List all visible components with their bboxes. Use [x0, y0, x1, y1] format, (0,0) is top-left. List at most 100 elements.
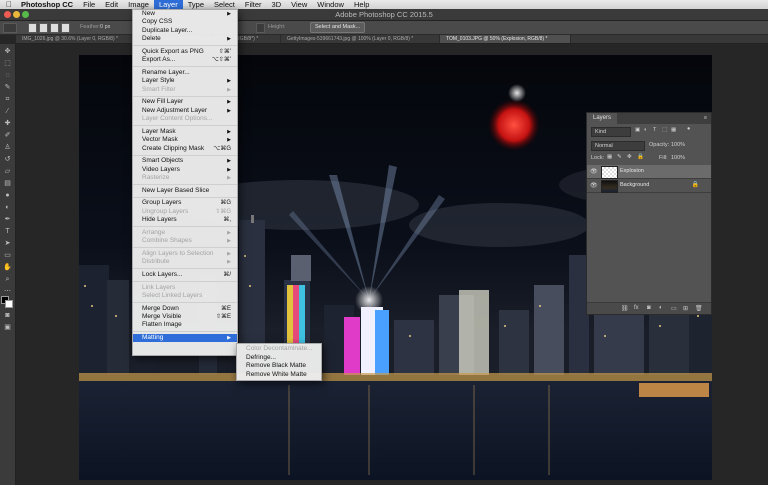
menu-item-hide-layers[interactable]: Hide Layers ⌘, — [133, 216, 237, 224]
eyedropper-tool-icon[interactable]: ⁄ — [2, 108, 13, 116]
menu-help[interactable]: Help — [349, 0, 374, 9]
brush-tool-icon[interactable]: ✐ — [2, 132, 13, 140]
menu-item-matting[interactable]: Matting ▶ — [133, 334, 237, 343]
menu-image[interactable]: Image — [123, 0, 154, 9]
rectangle-tool-icon[interactable]: ▭ — [2, 252, 13, 260]
quick-mask-icon[interactable]: ◙ — [2, 312, 13, 320]
background-color-swatch[interactable] — [5, 300, 13, 308]
fill-input[interactable]: 100% — [671, 155, 685, 161]
menu-item-remove-white-matte[interactable]: Remove White Matte — [237, 371, 321, 379]
menu-select[interactable]: Select — [209, 0, 240, 9]
delete-layer-icon[interactable]: 🗑 — [695, 305, 703, 312]
add-mask-icon[interactable]: ◙ — [647, 305, 651, 311]
filter-kind-select[interactable]: Kind — [591, 127, 631, 137]
layer-row-background[interactable]: 👁 Background 🔒 — [587, 179, 711, 193]
menu-item-defringe[interactable]: Defringe... — [237, 354, 321, 362]
blend-mode-select[interactable]: Normal — [591, 141, 645, 151]
visibility-eye-icon[interactable]: 👁 — [590, 168, 598, 175]
menu-edit[interactable]: Edit — [100, 0, 123, 9]
menu-item-layer-style[interactable]: Layer Style ▶ — [133, 77, 237, 85]
new-layer-icon[interactable]: ⊞ — [683, 305, 688, 312]
menu-item-remove-black-matte[interactable]: Remove Black Matte — [237, 362, 321, 370]
menu-filter[interactable]: Filter — [240, 0, 267, 9]
swap-dimensions-icon[interactable] — [256, 23, 265, 33]
menu-file[interactable]: File — [78, 0, 100, 9]
filter-shape-icon[interactable]: ⬚ — [662, 127, 667, 133]
lock-position-icon[interactable]: ✥ — [627, 154, 632, 160]
history-brush-tool-icon[interactable]: ↺ — [2, 156, 13, 164]
lock-all-icon[interactable]: 🔒 — [637, 154, 644, 160]
lasso-tool-icon[interactable]: ◌ — [2, 72, 13, 80]
type-tool-icon[interactable]: T — [2, 228, 13, 236]
visibility-eye-icon[interactable]: 👁 — [590, 182, 598, 189]
tab-img-1026[interactable]: IMG_1026.jpg @ 30.6% (Layer 0, RGB/8) * — [16, 35, 142, 43]
menu-item-new-layer-based-slice[interactable]: New Layer Based Slice — [133, 187, 237, 195]
new-adjustment-layer-icon[interactable]: ◐ — [659, 305, 663, 311]
menu-item-group-layers[interactable]: Group Layers ⌘G — [133, 199, 237, 207]
tab-getty-539661743[interactable]: GettyImages-539661743.jpg @ 100% (Layer … — [281, 35, 440, 43]
more-tools-icon[interactable]: ⋯ — [2, 288, 13, 296]
menu-layer[interactable]: Layer — [153, 0, 183, 9]
menu-item-merge-down[interactable]: Merge Down ⌘E — [133, 305, 237, 313]
menu-item-new-fill-layer[interactable]: New Fill Layer ▶ — [133, 98, 237, 106]
lock-image-icon[interactable]: ✎ — [617, 154, 622, 160]
hand-tool-icon[interactable]: ✋ — [2, 264, 13, 272]
intersect-selection-icon[interactable] — [61, 23, 70, 33]
menu-item-merge-visible[interactable]: Merge Visible ⇧⌘E — [133, 313, 237, 321]
dodge-tool-icon[interactable]: ◐ — [2, 204, 13, 212]
zoom-tool-icon[interactable]: ⌕ — [2, 276, 13, 284]
menu-type[interactable]: Type — [183, 0, 209, 9]
filter-pixel-icon[interactable]: ▣ — [635, 127, 640, 133]
add-to-selection-icon[interactable] — [39, 23, 48, 33]
lock-transparent-icon[interactable]: ▦ — [607, 154, 612, 160]
menu-item-quick-export-as-png[interactable]: Quick Export as PNG ⇧⌘' — [133, 48, 237, 56]
quick-select-tool-icon[interactable]: ✎ — [2, 84, 13, 92]
new-group-icon[interactable]: ▭ — [671, 305, 677, 312]
menu-item-lock-layers[interactable]: Lock Layers... ⌘/ — [133, 271, 237, 279]
menu-item-copy-css[interactable]: Copy CSS — [133, 18, 237, 26]
new-selection-icon[interactable] — [28, 23, 37, 33]
menu-item-export-as[interactable]: Export As... ⌥⇧⌘' — [133, 56, 237, 64]
layer-row-explosion[interactable]: 👁 Explosion — [587, 165, 711, 179]
move-tool-icon[interactable]: ✥ — [2, 48, 13, 56]
menu-3d[interactable]: 3D — [267, 0, 287, 9]
filter-smart-object-icon[interactable]: ▦ — [671, 127, 676, 133]
marquee-tool-icon[interactable]: ⬚ — [2, 60, 13, 68]
menu-item-layer-mask[interactable]: Layer Mask ▶ — [133, 128, 237, 136]
blur-tool-icon[interactable]: ● — [2, 192, 13, 200]
screen-mode-icon[interactable]: ▣ — [2, 324, 13, 332]
feather-input[interactable]: 0 px — [100, 24, 110, 30]
select-and-mask-button[interactable]: Select and Mask... — [310, 22, 366, 33]
layer-style-icon[interactable]: fx — [634, 305, 639, 311]
link-layers-icon[interactable]: ⛓ — [621, 305, 629, 312]
gradient-tool-icon[interactable]: ▤ — [2, 180, 13, 188]
menu-app-name[interactable]: Photoshop CC — [16, 0, 78, 9]
menu-view[interactable]: View — [286, 0, 312, 9]
eraser-tool-icon[interactable]: ▱ — [2, 168, 13, 176]
menu-item-new[interactable]: New ▶ — [133, 10, 237, 18]
subtract-from-selection-icon[interactable] — [50, 23, 59, 33]
menu-item-create-clipping-mask[interactable]: Create Clipping Mask ⌥⌘G — [133, 145, 237, 153]
tab-tom-0103[interactable]: TOM_0103.JPG @ 50% (Explosion, RGB/8) * — [440, 35, 571, 43]
clone-stamp-tool-icon[interactable]: ♙ — [2, 144, 13, 152]
menu-item-delete[interactable]: Delete ▶ — [133, 35, 237, 43]
menu-item-vector-mask[interactable]: Vector Mask ▶ — [133, 136, 237, 144]
filter-toggle-icon[interactable]: ● — [687, 126, 690, 132]
menu-item-rename-layer[interactable]: Rename Layer... — [133, 69, 237, 77]
opacity-input[interactable]: 100% — [671, 142, 685, 148]
menu-item-new-adjustment-layer[interactable]: New Adjustment Layer ▶ — [133, 107, 237, 115]
layers-panel-tab[interactable]: Layers — [587, 113, 618, 124]
filter-type-icon[interactable]: T — [653, 127, 656, 133]
menu-item-smart-objects[interactable]: Smart Objects ▶ — [133, 157, 237, 165]
marquee-tool-preset-icon[interactable] — [3, 23, 17, 33]
filter-adjustment-icon[interactable]: ◐ — [644, 127, 647, 133]
path-selection-tool-icon[interactable]: ➤ — [2, 240, 13, 248]
menu-item-flatten-image[interactable]: Flatten Image — [133, 321, 237, 329]
menu-window[interactable]: Window — [312, 0, 349, 9]
apple-icon[interactable]:  — [0, 0, 16, 9]
healing-brush-tool-icon[interactable]: ✚ — [2, 120, 13, 128]
panel-menu-icon[interactable]: ≡ — [704, 115, 707, 121]
menu-item-video-layers[interactable]: Video Layers ▶ — [133, 166, 237, 174]
pen-tool-icon[interactable]: ✒ — [2, 216, 13, 224]
crop-tool-icon[interactable]: ⌗ — [2, 96, 13, 104]
